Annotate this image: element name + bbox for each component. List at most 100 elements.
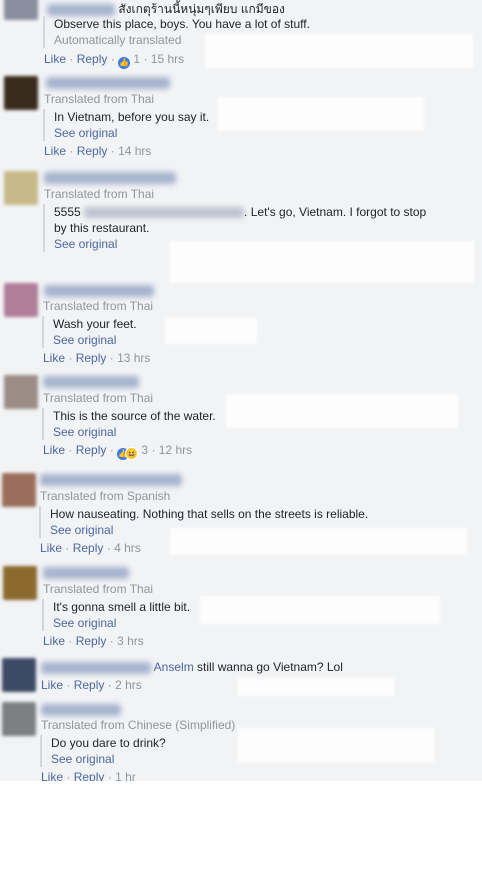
like-link[interactable]: Like: [43, 351, 65, 365]
comment-header-line: Anselm still wanna go Vietnam? Lol: [41, 660, 343, 674]
avatar[interactable]: [4, 76, 38, 110]
reply-link[interactable]: Reply: [76, 634, 107, 648]
comment-bubble: 5555 . Let's go, Vietnam. I forgot to st…: [43, 204, 426, 252]
tagged-user-link[interactable]: Anselm: [154, 660, 194, 674]
redaction-box: [165, 318, 257, 344]
commenter-name[interactable]: [44, 285, 154, 297]
see-original-link[interactable]: See original: [50, 522, 368, 538]
reply-link[interactable]: Reply: [76, 443, 107, 457]
like-link[interactable]: Like: [43, 443, 65, 457]
separator: ·: [109, 351, 114, 365]
like-link[interactable]: Like: [40, 541, 62, 555]
reaction-count[interactable]: 3: [141, 443, 148, 457]
comment-actions: Like · Reply · 4 hrs: [40, 541, 141, 555]
commenter-name[interactable]: [43, 376, 139, 388]
timestamp[interactable]: 13 hrs: [117, 351, 150, 365]
reply-link[interactable]: Reply: [74, 678, 105, 692]
commenter-name[interactable]: [44, 172, 176, 184]
commenter-name[interactable]: [40, 474, 182, 486]
avatar[interactable]: [2, 473, 36, 507]
see-original-link[interactable]: See original: [54, 236, 426, 252]
comment-text: 5555: [54, 205, 81, 219]
redaction-box: [218, 97, 424, 131]
auto-translated-label: Automatically translated: [54, 33, 182, 47]
haha-reaction-icon[interactable]: 😆: [125, 447, 139, 460]
timestamp[interactable]: 14 hrs: [118, 144, 151, 158]
separator: ·: [143, 52, 148, 66]
separator: ·: [69, 144, 74, 158]
redaction-box: [238, 678, 394, 696]
see-original-link[interactable]: See original: [51, 751, 166, 767]
comment-text: Observe this place, boys. You have a lot…: [54, 17, 310, 31]
comment-feed: สังเกตุร้านนี้หนุ่มๆเพียบ แกมีของ Observ…: [0, 0, 482, 781]
translated-from-label: Translated from Thai: [43, 391, 154, 405]
avatar[interactable]: [2, 658, 36, 692]
comment-bubble: Observe this place, boys. You have a lot…: [43, 16, 310, 48]
separator: ·: [68, 351, 73, 365]
avatar[interactable]: [4, 0, 38, 20]
comment-bubble: How nauseating. Nothing that sells on th…: [39, 506, 368, 538]
reply-link[interactable]: Reply: [77, 144, 108, 158]
like-link[interactable]: Like: [44, 144, 66, 158]
like-reaction-icon[interactable]: 👍: [118, 57, 131, 69]
see-original-link[interactable]: See original: [53, 332, 137, 348]
separator: ·: [109, 443, 114, 457]
redaction-box: [200, 596, 440, 624]
like-link[interactable]: Like: [41, 678, 63, 692]
like-link[interactable]: Like: [41, 770, 63, 781]
timestamp[interactable]: 15 hrs: [151, 52, 184, 66]
redaction-box: [226, 394, 458, 428]
comment-text: It's gonna smell a little bit.: [53, 600, 191, 614]
reply-link[interactable]: Reply: [77, 52, 108, 66]
reply-link[interactable]: Reply: [74, 770, 105, 781]
timestamp[interactable]: 3 hrs: [117, 634, 144, 648]
comment-text: still wanna go Vietnam? Lol: [193, 660, 343, 674]
timestamp[interactable]: 4 hrs: [114, 541, 141, 555]
see-original-link[interactable]: See original: [53, 424, 216, 440]
see-original-link[interactable]: See original: [53, 615, 190, 631]
avatar[interactable]: [2, 702, 36, 736]
comment-text: How nauseating. Nothing that sells on th…: [50, 507, 369, 521]
avatar[interactable]: [4, 375, 38, 409]
like-link[interactable]: Like: [44, 52, 66, 66]
separator: ·: [110, 52, 115, 66]
reaction-count[interactable]: 1: [133, 52, 140, 66]
translated-from-label: Translated from Thai: [44, 187, 155, 201]
commenter-name[interactable]: [41, 704, 121, 716]
timestamp[interactable]: 1 hr: [115, 770, 136, 781]
comment-actions: Like · Reply · 13 hrs: [43, 351, 150, 365]
comment-text: by this restaurant.: [54, 221, 150, 235]
avatar[interactable]: [4, 171, 38, 205]
comment-actions: Like · Reply · 14 hrs: [44, 144, 151, 158]
separator: ·: [66, 678, 71, 692]
commenter-name[interactable]: [46, 77, 170, 89]
comment-bubble: Wash your feet. See original: [42, 316, 137, 348]
reply-link[interactable]: Reply: [76, 351, 107, 365]
commenter-name[interactable]: [43, 567, 129, 579]
see-original-link[interactable]: See original: [54, 125, 209, 141]
original-text: สังเกตุร้านนี้หนุ่มๆเพียบ แกมีของ: [118, 2, 285, 16]
timestamp[interactable]: 2 hrs: [115, 678, 142, 692]
avatar[interactable]: [4, 283, 38, 317]
avatar[interactable]: [3, 566, 37, 600]
like-link[interactable]: Like: [43, 634, 65, 648]
comment-bubble: In Vietnam, before you say it. See origi…: [43, 109, 209, 141]
separator: ·: [109, 634, 114, 648]
comment-text: Do you dare to drink?: [51, 736, 166, 750]
separator: ·: [107, 770, 112, 781]
timestamp[interactable]: 12 hrs: [159, 443, 192, 457]
redaction-box: [238, 728, 434, 762]
comment-actions: Like · Reply · 👍😆 3 · 12 hrs: [43, 443, 192, 460]
commenter-name[interactable]: [47, 3, 115, 16]
commenter-name[interactable]: [41, 661, 151, 674]
reply-link[interactable]: Reply: [73, 541, 104, 555]
separator: ·: [65, 541, 70, 555]
separator: ·: [106, 541, 111, 555]
comment-actions: Like · Reply · 👍 1 · 15 hrs: [44, 52, 184, 69]
comment-text: This is the source of the water.: [53, 409, 216, 423]
comment-bubble: This is the source of the water. See ori…: [42, 408, 216, 440]
comment-text-line: 5555 . Let's go, Vietnam. I forgot to st…: [54, 204, 426, 220]
comment-text: . Let's go, Vietnam. I forgot to stop: [244, 205, 427, 219]
blurred-text: [84, 207, 245, 219]
separator: ·: [107, 678, 112, 692]
